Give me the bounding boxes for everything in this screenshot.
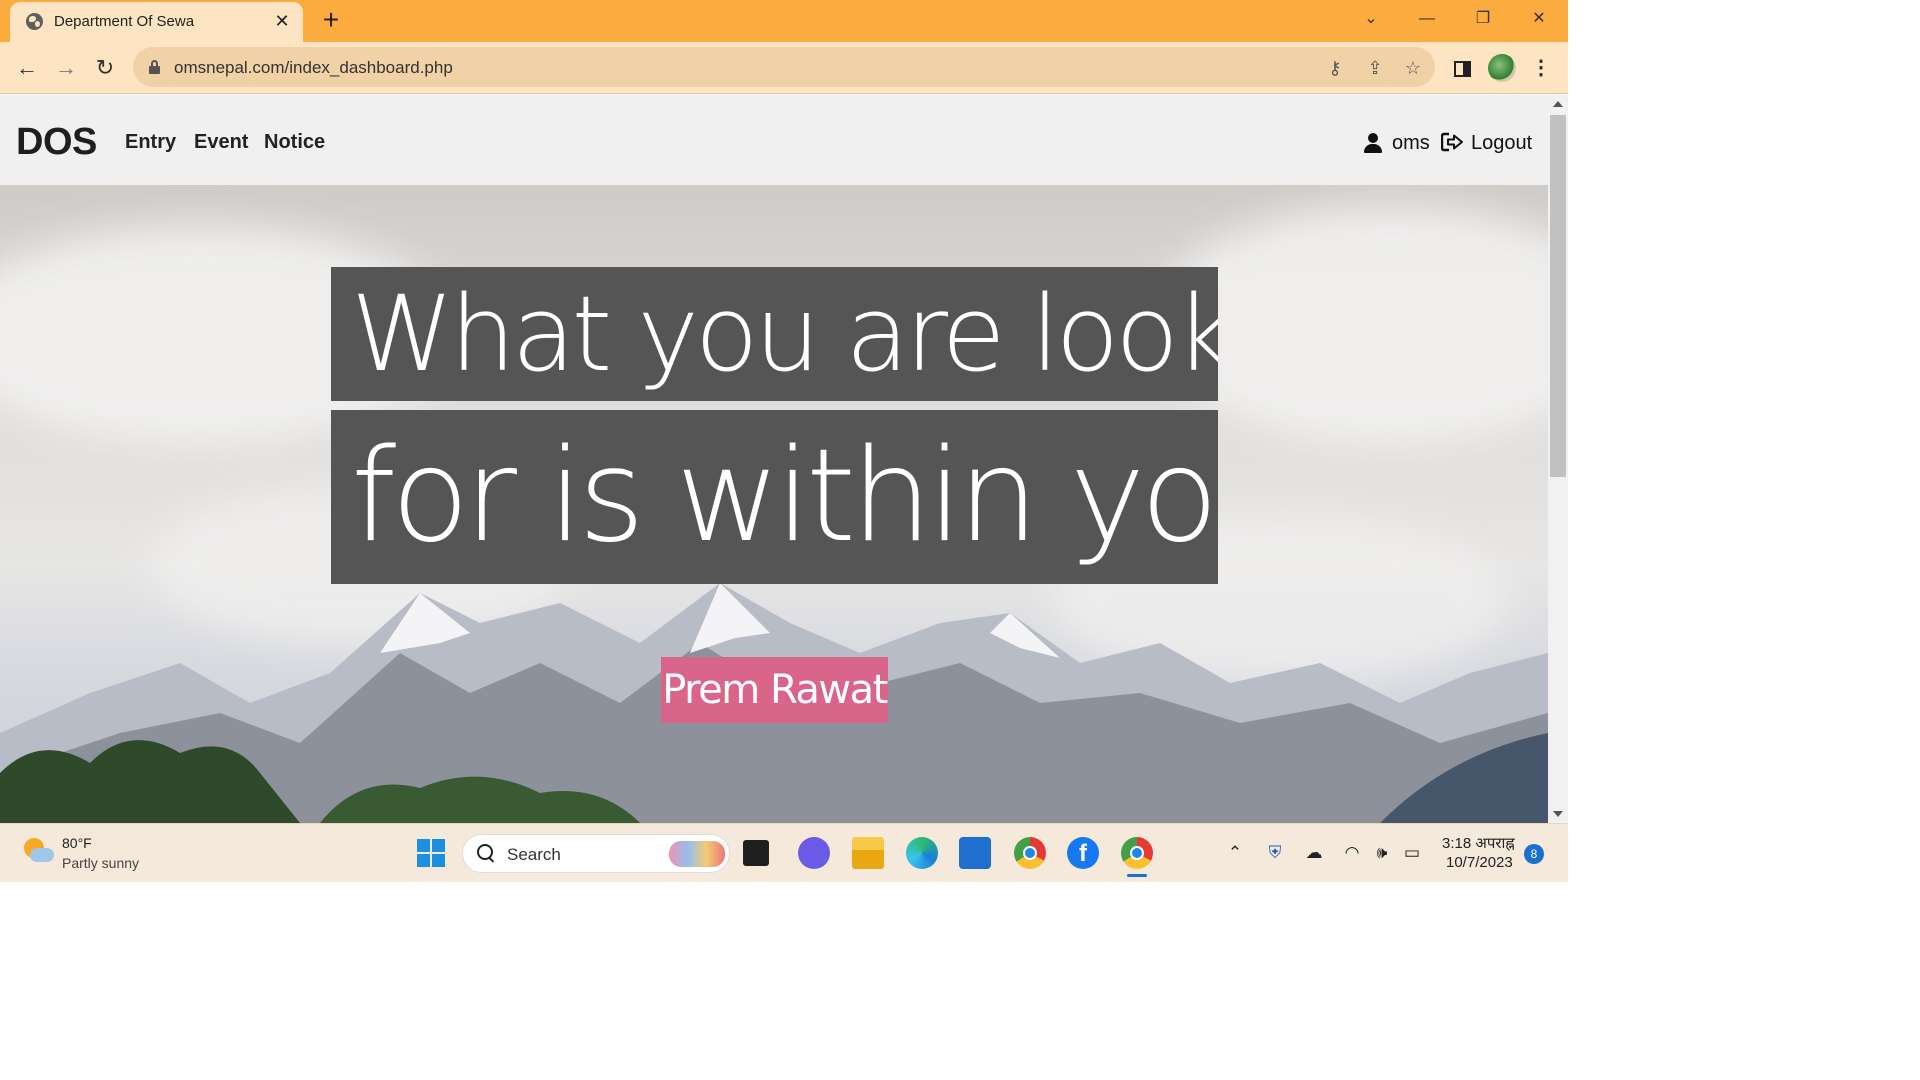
user-icon[interactable] bbox=[1364, 133, 1382, 153]
onedrive-cloud-icon[interactable]: ☁ bbox=[1302, 841, 1326, 865]
tab-close-icon[interactable]: ✕ bbox=[271, 10, 293, 32]
taskbar-search-label: Search bbox=[507, 845, 561, 864]
teams-chat-icon[interactable] bbox=[798, 837, 830, 869]
minimize-button[interactable]: — bbox=[1407, 4, 1447, 34]
logout-link[interactable]: Logout bbox=[1471, 132, 1532, 155]
reload-icon[interactable]: ↻ bbox=[90, 53, 120, 83]
address-bar[interactable]: omsnepal.com/index_dashboard.php ⚷ ⇪ ☆ bbox=[133, 47, 1435, 87]
file-explorer-icon[interactable] bbox=[852, 837, 884, 869]
chrome-active-icon[interactable] bbox=[1121, 837, 1153, 869]
page-scrollbar[interactable] bbox=[1548, 95, 1568, 823]
globe-icon bbox=[26, 13, 43, 30]
search-icon bbox=[477, 844, 495, 862]
scrollbar-thumb[interactable] bbox=[1550, 115, 1566, 477]
bookmark-star-icon[interactable]: ☆ bbox=[1401, 56, 1425, 80]
quote-author: Prem Rawat bbox=[661, 657, 888, 723]
site-brand[interactable]: DOS bbox=[16, 121, 97, 164]
close-window-button[interactable]: ✕ bbox=[1519, 4, 1559, 34]
username-link[interactable]: oms bbox=[1392, 132, 1430, 155]
clock-time[interactable]: 3:18 अपराह्न bbox=[1442, 833, 1515, 853]
logout-icon[interactable] bbox=[1441, 132, 1463, 152]
scroll-down-arrow-icon[interactable] bbox=[1553, 811, 1563, 817]
weather-partly-sunny-icon[interactable] bbox=[22, 836, 54, 866]
windows-start-icon[interactable] bbox=[417, 839, 445, 867]
task-view-icon[interactable] bbox=[743, 840, 769, 866]
lock-icon[interactable] bbox=[149, 60, 160, 74]
battery-icon[interactable]: ▭ bbox=[1400, 841, 1424, 865]
defender-shield-icon[interactable]: ⛨ bbox=[1263, 841, 1287, 865]
kebab-menu-icon[interactable]: ⋮ bbox=[1526, 53, 1556, 83]
new-tab-button[interactable]: + bbox=[318, 6, 344, 34]
notification-badge[interactable]: 8 bbox=[1524, 844, 1544, 864]
browser-tab-strip: Department Of Sewa ✕ + ⌄ — ❐ ✕ bbox=[0, 0, 1568, 42]
edge-browser-icon[interactable] bbox=[906, 837, 938, 869]
forward-arrow-icon[interactable]: → bbox=[51, 53, 81, 83]
taskbar-search-box[interactable]: Search bbox=[462, 834, 730, 873]
chrome-icon[interactable] bbox=[1014, 837, 1046, 869]
windows-taskbar: 80°F Partly sunny Search f ⌃ ⛨ ☁ ◠ 🕪 ▭ 3… bbox=[0, 823, 1568, 882]
restore-button[interactable]: ❐ bbox=[1463, 4, 1503, 34]
tab-title: Department Of Sewa bbox=[54, 13, 195, 30]
facebook-icon[interactable]: f bbox=[1067, 837, 1099, 869]
nav-link-event[interactable]: Event bbox=[194, 131, 248, 154]
wifi-icon[interactable]: ◠ bbox=[1340, 841, 1364, 865]
side-panel-icon[interactable] bbox=[1447, 53, 1477, 83]
clock-date[interactable]: 10/7/2023 bbox=[1446, 854, 1513, 871]
tab-search-icon[interactable]: ⌄ bbox=[1351, 4, 1391, 34]
url-text[interactable]: omsnepal.com/index_dashboard.php bbox=[174, 58, 453, 78]
profile-avatar[interactable] bbox=[1488, 54, 1516, 82]
nav-link-notice[interactable]: Notice bbox=[264, 131, 325, 154]
weather-temperature[interactable]: 80°F bbox=[62, 835, 92, 851]
active-app-indicator bbox=[1127, 874, 1147, 877]
microsoft-store-icon[interactable] bbox=[959, 837, 991, 869]
key-icon[interactable]: ⚷ bbox=[1323, 56, 1347, 80]
nav-link-entry[interactable]: Entry bbox=[125, 131, 176, 154]
hero-banner: What you are looking for is within you. … bbox=[0, 185, 1548, 823]
page-viewport: DOS Entry Event Notice oms Logout What y… bbox=[0, 95, 1548, 823]
weather-description[interactable]: Partly sunny bbox=[62, 855, 139, 871]
volume-icon[interactable]: 🕪 bbox=[1370, 841, 1394, 865]
share-icon[interactable]: ⇪ bbox=[1363, 56, 1387, 80]
search-highlight-illustration-icon bbox=[669, 841, 725, 867]
show-hidden-icons-chevron-icon[interactable]: ⌃ bbox=[1223, 841, 1247, 865]
site-navbar: DOS Entry Event Notice oms Logout bbox=[0, 95, 1548, 185]
browser-toolbar: ← → ↻ omsnepal.com/index_dashboard.php ⚷… bbox=[0, 42, 1568, 94]
back-arrow-icon[interactable]: ← bbox=[12, 53, 42, 83]
quote-line-1: What you are looking bbox=[331, 267, 1218, 401]
quote-line-2: for is within you. bbox=[331, 410, 1218, 584]
scroll-up-arrow-icon[interactable] bbox=[1553, 101, 1563, 107]
browser-tab[interactable]: Department Of Sewa ✕ bbox=[10, 2, 303, 42]
